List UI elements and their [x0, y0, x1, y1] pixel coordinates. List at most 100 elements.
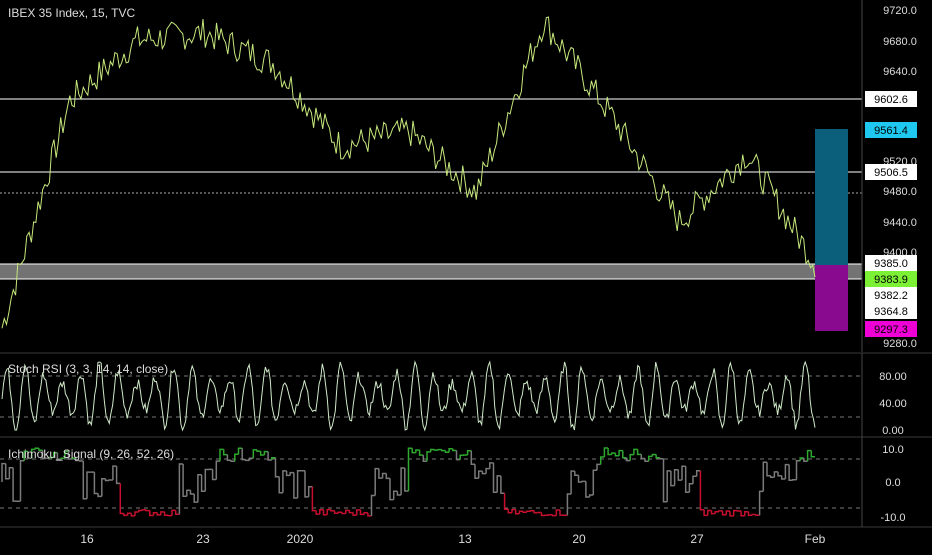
price-tick-label: 9280.0: [883, 338, 917, 350]
ichi-step: [146, 510, 150, 511]
ichi-step: [235, 454, 239, 461]
ichi-step: [298, 471, 302, 498]
ichi-tick-label: 0.0: [885, 477, 900, 489]
ichi-step: [486, 469, 490, 474]
stoch-tick-label: 80.00: [879, 371, 907, 383]
ichi-step: [386, 474, 390, 479]
ichi-step: [789, 465, 793, 481]
ichi-step: [527, 511, 531, 512]
ichi-step: [623, 451, 627, 458]
ichi-step: [453, 449, 457, 451]
ichi-step: [139, 511, 143, 513]
ichi-step: [593, 470, 597, 495]
ichi-step: [689, 484, 693, 493]
ichi-step: [216, 461, 220, 479]
ichi-step: [205, 470, 209, 492]
chart-stage[interactable]: IBEX 35 Index, 15, TVC 9720.0 9680.0 9640.…: [0, 0, 932, 550]
label-9364: 9364.8: [874, 306, 908, 318]
stop-box[interactable]: [815, 265, 848, 331]
ichi-step: [693, 476, 697, 484]
ichi-step: [242, 448, 246, 459]
time-tick-label: 16: [80, 532, 94, 546]
ichi-step: [372, 496, 376, 516]
ichi-step: [638, 449, 642, 454]
chart-svg[interactable]: IBEX 35 Index, 15, TVC 9720.0 9680.0 9640.…: [0, 0, 932, 550]
ichi-step: [331, 510, 335, 511]
label-9602: 9602.6: [874, 94, 908, 106]
ichi-step: [135, 512, 139, 516]
ichi-step: [590, 495, 594, 497]
label-target: 9561.4: [874, 125, 908, 137]
price-levels: [0, 99, 862, 279]
ichi-step: [276, 458, 280, 477]
ichi-tick-label: -10.0: [880, 512, 905, 524]
ichi-step: [760, 491, 764, 515]
label-current: 9383.9: [874, 274, 908, 286]
chart-title: IBEX 35 Index, 15, TVC: [8, 6, 136, 20]
label-entry: 9385.0: [874, 258, 908, 270]
ichi-step: [13, 468, 17, 501]
ichi-step: [700, 471, 704, 510]
ichi-step: [442, 450, 446, 451]
price-tick-label: 9720.0: [883, 5, 917, 17]
ichi-step: [21, 461, 25, 502]
stoch-pane[interactable]: Stoch RSI (3, 3, 14, 14, close) 80.0040.…: [0, 353, 907, 437]
price-labels: 9602.6 9561.4 9506.5 9385.0 9383.9 9382.…: [865, 91, 917, 337]
ichi-step: [427, 452, 431, 461]
label-9382: 9382.2: [874, 290, 908, 302]
ichi-step: [797, 461, 801, 480]
ichi-step: [656, 455, 660, 458]
ichi-step: [349, 510, 353, 512]
ichi-tick-label: 10.0: [882, 444, 903, 456]
target-box[interactable]: [815, 129, 848, 265]
ichi-step: [505, 493, 509, 509]
time-tick-label: Feb: [805, 532, 826, 546]
time-tick-label: 27: [690, 532, 704, 546]
ichi-step: [409, 448, 413, 491]
ichi-step: [102, 479, 106, 497]
time-tick-label: 13: [458, 532, 472, 546]
time-axis[interactable]: 16232020132027Feb: [80, 532, 825, 546]
ichi-step: [94, 472, 98, 493]
ichi-step: [641, 454, 645, 458]
ichi-step: [165, 512, 169, 515]
ichi-step: [120, 483, 124, 513]
time-tick-label: 2020: [287, 532, 314, 546]
price-pane[interactable]: IBEX 35 Index, 15, TVC: [0, 6, 862, 331]
ichi-step: [597, 464, 601, 470]
price-tick-label: 9480.0: [883, 186, 917, 198]
ichi-step: [715, 512, 719, 514]
ichi-step: [501, 476, 505, 493]
ichi-title: Ichimoku_Signal (9, 26, 52, 26): [8, 447, 174, 461]
ichi-step: [117, 466, 121, 483]
ichi-step: [471, 451, 475, 465]
time-tick-label: 23: [196, 532, 210, 546]
ichi-step: [630, 455, 634, 461]
ichi-step: [460, 455, 464, 459]
ichi-step: [560, 510, 564, 515]
ichi-step: [227, 455, 231, 461]
price-series-line: [2, 17, 815, 328]
price-tick-label: 9680.0: [883, 36, 917, 48]
support-zone: [0, 264, 862, 279]
stoch-axis: 80.00 40.00 0.00: [879, 371, 907, 437]
ichi-step: [601, 457, 605, 464]
ichi-step: [420, 450, 424, 455]
ichi-step: [575, 471, 579, 475]
ichi-pane[interactable]: Ichimoku_Signal (9, 26, 52, 26) 10.0 0.0 -…: [0, 437, 906, 527]
stoch-tick-label: 0.00: [882, 425, 903, 437]
ichi-step: [767, 462, 771, 476]
label-9506: 9506.5: [874, 167, 908, 179]
label-stop: 9297.3: [874, 324, 908, 336]
ichi-step: [109, 480, 113, 481]
ichi-step: [87, 472, 91, 499]
stoch-tick-label: 40.00: [879, 398, 907, 410]
price-tick-label: 9640.0: [883, 66, 917, 78]
price-tick-label: 9440.0: [883, 217, 917, 229]
ichi-step: [811, 451, 815, 457]
ichi-step: [191, 490, 195, 494]
ichi-step: [567, 494, 571, 515]
ichi-step: [660, 458, 664, 459]
ichi-step: [257, 450, 261, 451]
ichi-step: [312, 487, 316, 511]
